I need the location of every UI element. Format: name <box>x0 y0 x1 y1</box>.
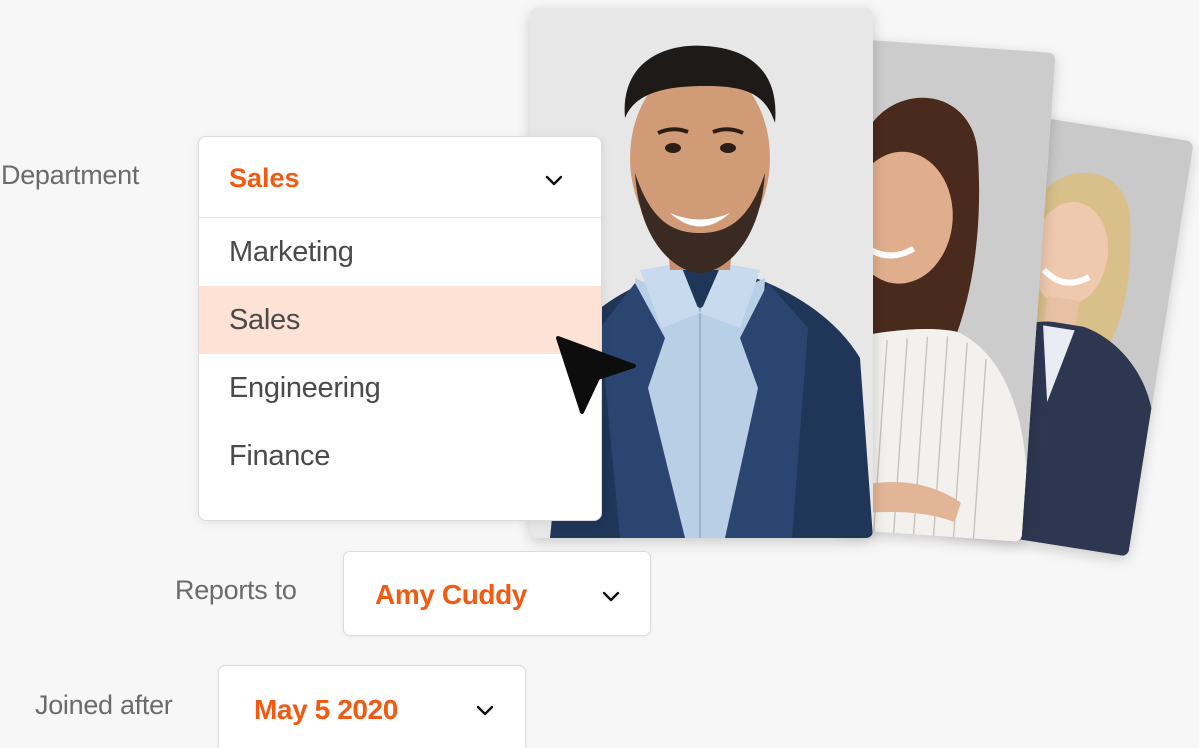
reports-to-value: Amy Cuddy <box>375 579 527 610</box>
department-selected-value: Sales <box>229 163 300 193</box>
reports-to-label: Reports to <box>175 575 297 605</box>
joined-after-value: May 5 2020 <box>254 694 398 725</box>
department-select[interactable]: Sales <box>199 137 601 218</box>
option-engineering[interactable]: Engineering <box>199 354 601 422</box>
option-marketing[interactable]: Marketing <box>199 218 601 286</box>
chevron-down-icon[interactable] <box>600 590 622 604</box>
department-dropdown[interactable]: Sales Marketing Sales Engineering Financ… <box>198 136 602 521</box>
option-sales[interactable]: Sales <box>199 286 601 354</box>
chevron-down-icon[interactable] <box>474 704 496 718</box>
chevron-down-icon[interactable] <box>543 174 565 188</box>
department-label: Department <box>1 160 140 190</box>
filter-panel: Department Sales Marketing Sales Enginee… <box>0 0 1199 748</box>
joined-after-select[interactable]: May 5 2020 <box>218 665 526 748</box>
mouse-pointer-icon <box>556 336 636 414</box>
option-finance[interactable]: Finance <box>199 422 601 490</box>
reports-to-select[interactable]: Amy Cuddy <box>343 551 651 636</box>
joined-after-label: Joined after <box>35 690 173 720</box>
